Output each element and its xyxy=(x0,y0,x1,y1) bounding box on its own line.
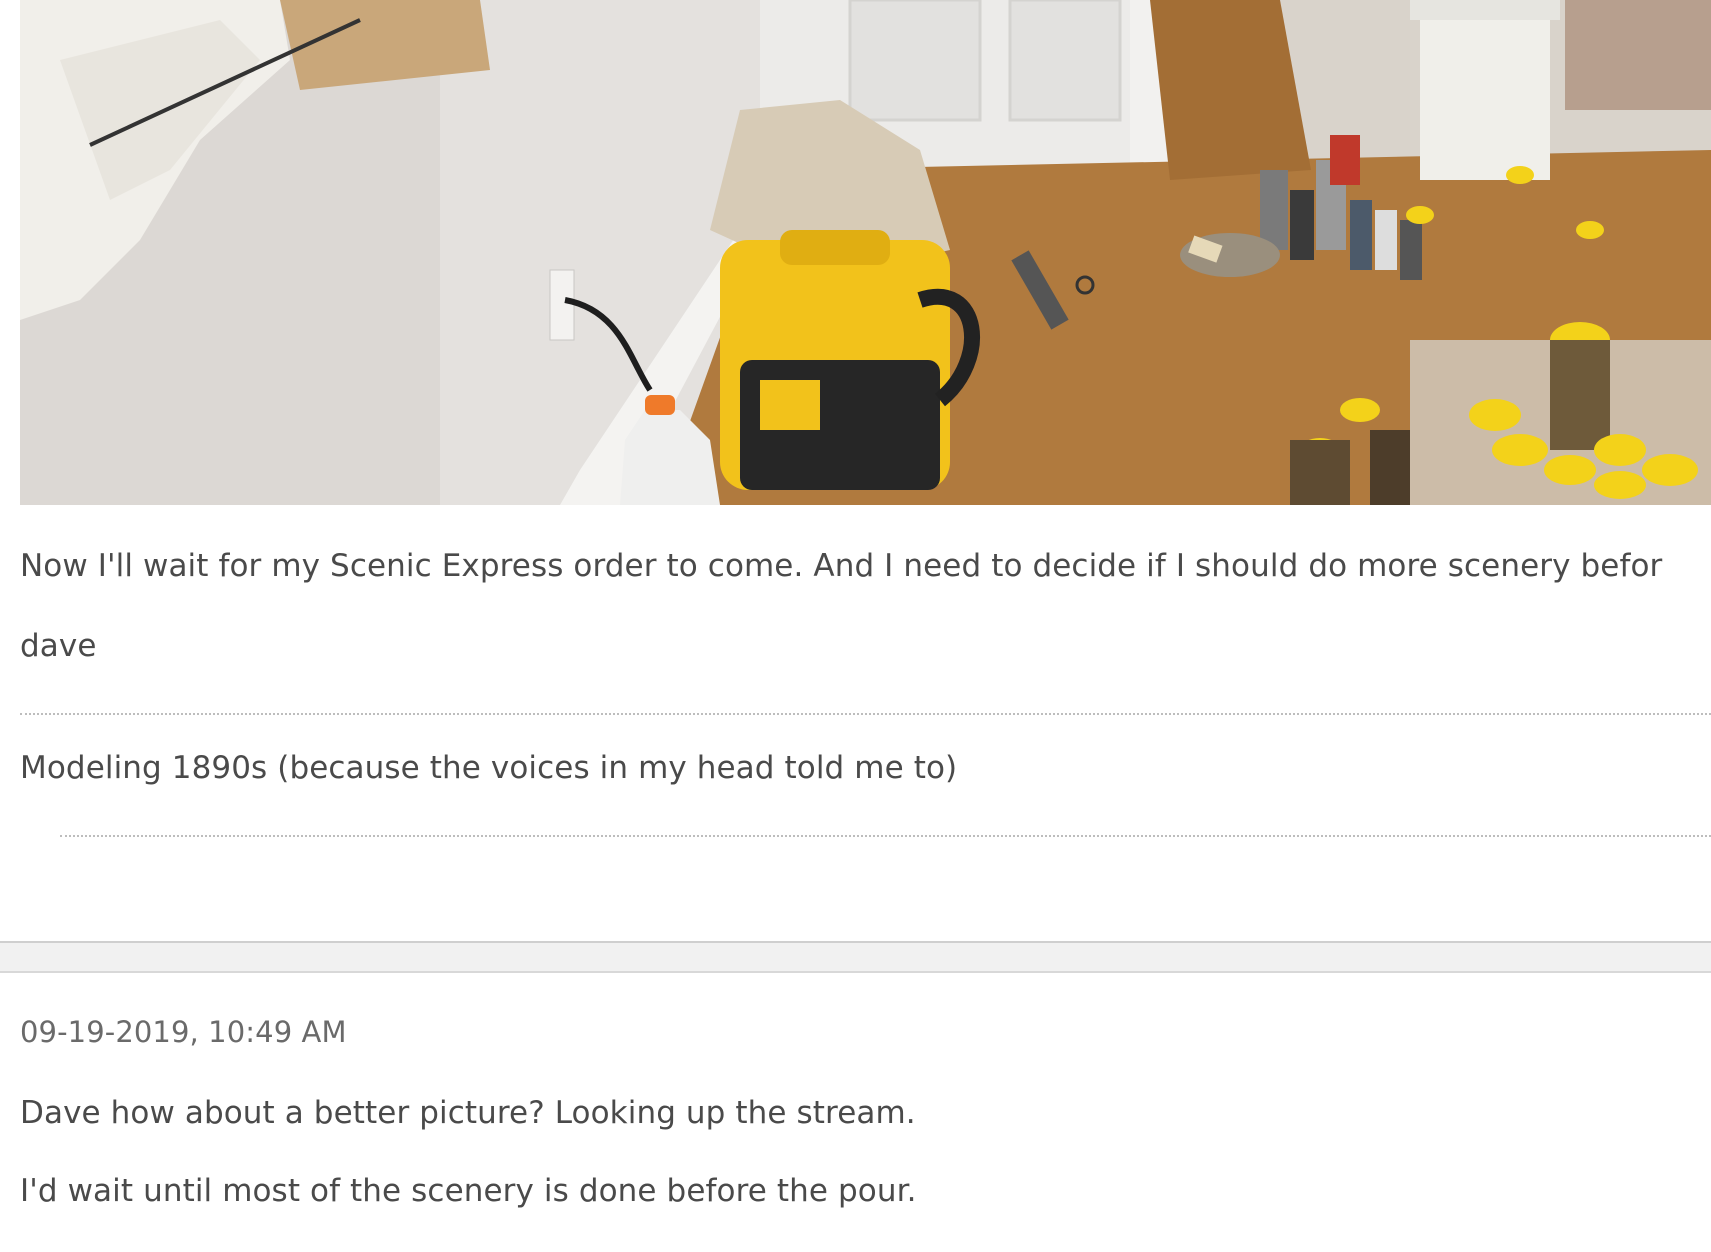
post-photo[interactable] xyxy=(20,0,1711,505)
post-body-text: Now I'll wait for my Scenic Express orde… xyxy=(20,548,1663,584)
reply-timestamp: 09-19-2019, 10:49 AM xyxy=(20,1015,347,1049)
signature-divider xyxy=(20,713,1711,715)
reply-body-line: Dave how about a better picture? Looking… xyxy=(20,1095,916,1131)
post-footer-divider xyxy=(60,835,1711,837)
workshop-photo-image xyxy=(20,0,1711,505)
forum-thread-page: Now I'll wait for my Scenic Express orde… xyxy=(0,0,1711,1252)
reply-body-line: I'd wait until most of the scenery is do… xyxy=(20,1173,917,1209)
post-author-name: dave xyxy=(20,628,97,664)
post-signature: Modeling 1890s (because the voices in my… xyxy=(20,750,958,786)
post-separator xyxy=(0,941,1711,973)
